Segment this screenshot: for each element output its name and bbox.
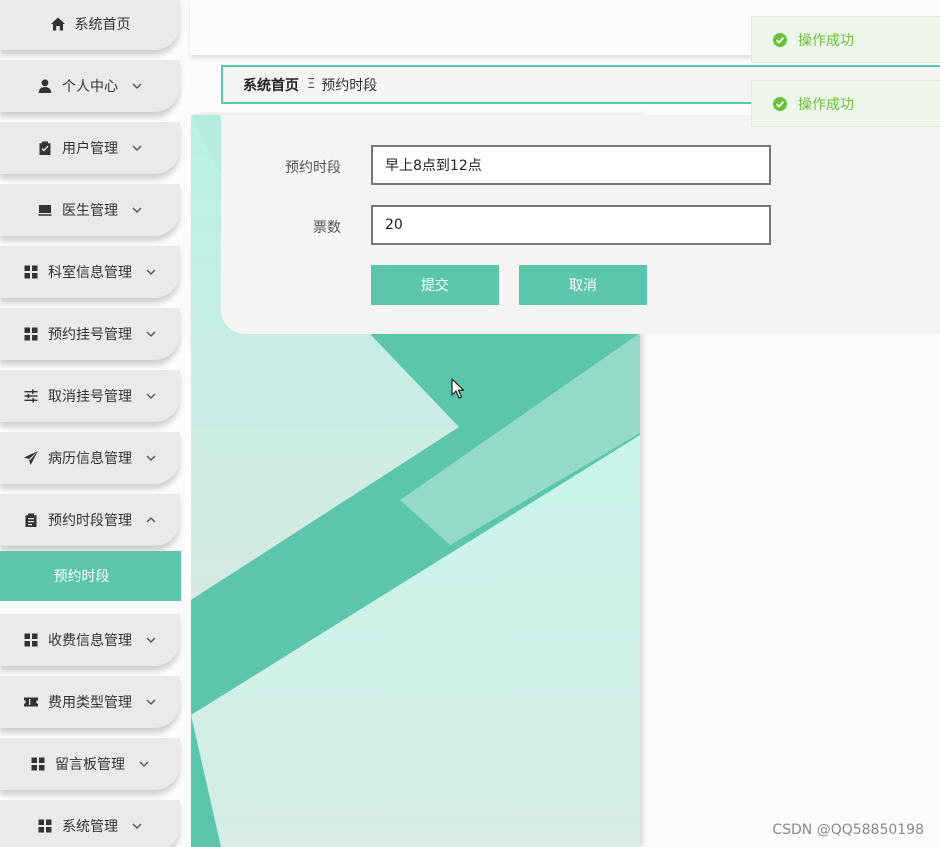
home-icon [50,16,66,32]
chevron-down-icon [145,266,157,278]
time-slot-form: 预约时段 票数 提交 取消 [221,115,940,334]
toast-message: 操作成功 [798,32,854,49]
success-toast: 操作成功 [751,16,940,63]
sidebar-item-system-management[interactable]: 系统管理 [0,800,180,847]
ticket-icon [23,694,39,710]
chevron-down-icon [131,204,143,216]
grid-icon [37,818,53,834]
sidebar-item-label: 系统管理 [62,819,118,835]
sidebar-item-time-slot-management[interactable]: 预约时段管理 [0,494,180,546]
chevron-down-icon [145,696,157,708]
sidebar-item-label: 用户管理 [62,141,118,157]
chevron-down-icon [131,142,143,154]
grid-icon [23,632,39,648]
breadcrumb-home-link[interactable]: 系统首页 [243,75,299,95]
sidebar-item-medical-record-management[interactable]: 病历信息管理 [0,432,180,484]
chevron-down-icon [145,328,157,340]
sidebar-item-personal-center[interactable]: 个人中心 [0,60,180,112]
sidebar: 系统首页 个人中心 用户管理 医生管理 科室信息管理 预约挂号管理 取消挂号管理… [0,0,190,847]
chevron-down-icon [131,80,143,92]
sidebar-item-label: 取消挂号管理 [48,389,132,405]
check-circle-icon [772,96,788,112]
chevron-down-icon [138,758,150,770]
grid-icon [23,326,39,342]
sidebar-item-label: 科室信息管理 [48,265,132,281]
tickets-label: 票数 [313,220,341,236]
sidebar-item-label: 病历信息管理 [48,451,132,467]
sidebar-item-label: 留言板管理 [55,757,125,773]
mouse-cursor-icon [451,378,465,400]
sliders-icon [23,388,39,404]
clipboard-check-icon [37,140,53,156]
toast-message: 操作成功 [798,96,854,113]
grid-icon [23,264,39,280]
sidebar-item-label: 个人中心 [62,79,118,95]
cancel-button[interactable]: 取消 [519,265,647,305]
sidebar-item-home[interactable]: 系统首页 [0,0,180,50]
sidebar-item-department-management[interactable]: 科室信息管理 [0,246,180,298]
user-icon [37,78,53,94]
chevron-down-icon [145,452,157,464]
sidebar-subitem-time-slot[interactable]: 预约时段 [0,551,181,601]
period-label: 预约时段 [285,160,341,176]
sidebar-item-label: 医生管理 [62,203,118,219]
watermark: CSDN @QQ58850198 [772,822,924,838]
sidebar-item-label: 收费信息管理 [48,633,132,649]
check-circle-icon [772,32,788,48]
sidebar-item-label: 费用类型管理 [48,695,132,711]
sidebar-item-doctor-management[interactable]: 医生管理 [0,184,180,236]
sidebar-item-cancel-appointment-management[interactable]: 取消挂号管理 [0,370,180,422]
chevron-down-icon [145,390,157,402]
sidebar-item-fee-info-management[interactable]: 收费信息管理 [0,614,180,666]
chevron-down-icon [131,820,143,832]
sidebar-item-label: 系统首页 [74,17,131,33]
tickets-input[interactable] [371,205,771,245]
submit-button[interactable]: 提交 [371,265,499,305]
sidebar-subitem-label: 预约时段 [53,569,110,585]
sidebar-item-user-management[interactable]: 用户管理 [0,122,180,174]
breadcrumb-separator: Ξ [307,77,316,92]
sidebar-item-label: 预约时段管理 [48,513,132,529]
monitor-icon [37,202,53,218]
period-input[interactable] [371,145,771,185]
sidebar-item-label: 预约挂号管理 [48,327,132,343]
sidebar-item-fee-type-management[interactable]: 费用类型管理 [0,676,180,728]
chevron-down-icon [145,634,157,646]
sidebar-item-message-board-management[interactable]: 留言板管理 [0,738,180,790]
breadcrumb-current: 预约时段 [321,77,378,94]
grid-icon [30,756,46,772]
paper-plane-icon [23,450,39,466]
success-toast: 操作成功 [751,80,940,127]
sidebar-item-appointment-management[interactable]: 预约挂号管理 [0,308,180,360]
chevron-up-icon [145,514,157,526]
clipboard-icon [23,512,39,528]
